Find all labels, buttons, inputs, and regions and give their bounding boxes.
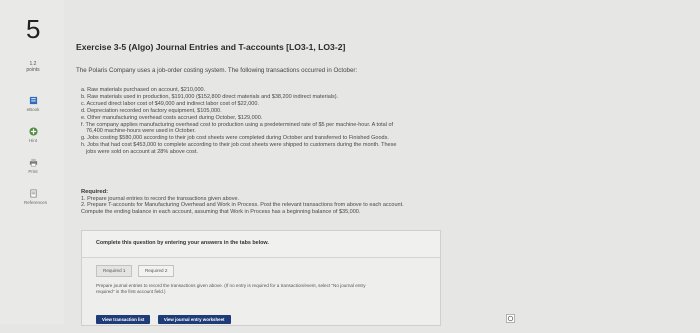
required-section: Required: 1. Prepare journal entries to …: [81, 189, 551, 215]
print-icon: [29, 158, 37, 167]
transaction-a: a. Raw materials purchased on account, $…: [81, 87, 206, 93]
tab-instruction-line-2: required" in the first account field.): [96, 288, 166, 294]
print-tool[interactable]: Print: [24, 158, 42, 174]
print-label: Print: [28, 169, 38, 174]
ebook-label: eBook: [26, 107, 40, 112]
references-label: References: [24, 200, 48, 205]
hint-icon: [28, 127, 38, 136]
points-label: points: [26, 67, 40, 73]
transaction-e: e. Other manufacturing overhead costs ac…: [81, 114, 263, 121]
hint-label: Hint: [28, 138, 37, 143]
transaction-h: h. Jobs that had cost $453,000 to comple…: [81, 142, 397, 149]
required-item-1: 1. Prepare journal entries to record the…: [81, 195, 240, 202]
answer-tabs: Required 1 Required 2: [96, 265, 175, 283]
required-heading: Required:: [81, 189, 109, 195]
references-tool[interactable]: References: [24, 189, 47, 205]
tab-required-1[interactable]: Required 1: [96, 265, 133, 277]
question-content: Exercise 3-5 (Algo) Journal Entries and …: [76, 0, 686, 326]
transaction-c: c. Accrued direct labor cost of $49,000 …: [81, 100, 259, 107]
view-transaction-list-button[interactable]: View transaction list: [96, 315, 151, 324]
question-number: 5: [26, 14, 41, 44]
book-icon: [29, 96, 37, 105]
hint-tool[interactable]: Hint: [24, 127, 42, 143]
points-info: 1.2 points: [25, 61, 41, 73]
exercise-intro: The Polaris Company uses a job-order cos…: [76, 67, 358, 74]
expand-icon[interactable]: [506, 314, 515, 323]
tab-required-2[interactable]: Required 2: [137, 265, 175, 277]
answer-actions: View transaction list View journal entry…: [96, 315, 234, 333]
transactions-list: a. Raw materials purchased on account, $…: [81, 87, 551, 156]
view-journal-worksheet-button[interactable]: View journal entry worksheet: [157, 315, 231, 324]
required-item-2-continued: Compute the ending balance in each accou…: [81, 208, 361, 215]
tab-instruction: Prepare journal entries to record the tr…: [96, 283, 426, 294]
transaction-g: g. Jobs costing $580,000 according to th…: [81, 135, 389, 142]
transaction-h-continued: jobs were sold on account at 28% above c…: [86, 149, 198, 156]
answer-instruction-bar: Complete this question by entering your …: [82, 231, 440, 258]
question-sidebar: 5 1.2 points eBook Hint Print References: [0, 0, 64, 324]
answer-instruction: Complete this question by entering your …: [96, 240, 269, 246]
transaction-f: f. The company applies manufacturing ove…: [81, 121, 394, 128]
ebook-tool[interactable]: eBook: [24, 96, 42, 112]
transaction-d: d. Depreciation recorded on factory equi…: [81, 107, 222, 114]
answer-panel: Complete this question by entering your …: [81, 230, 441, 326]
required-item-2: 2. Prepare T-accounts for Manufacturing …: [81, 202, 404, 209]
transaction-f-continued: 76,400 machine-hours were used in Octobe…: [86, 128, 196, 135]
transaction-b: b. Raw materials used in production, $19…: [81, 93, 339, 100]
exercise-title: Exercise 3-5 (Algo) Journal Entries and …: [76, 42, 346, 52]
references-icon: [29, 189, 37, 198]
